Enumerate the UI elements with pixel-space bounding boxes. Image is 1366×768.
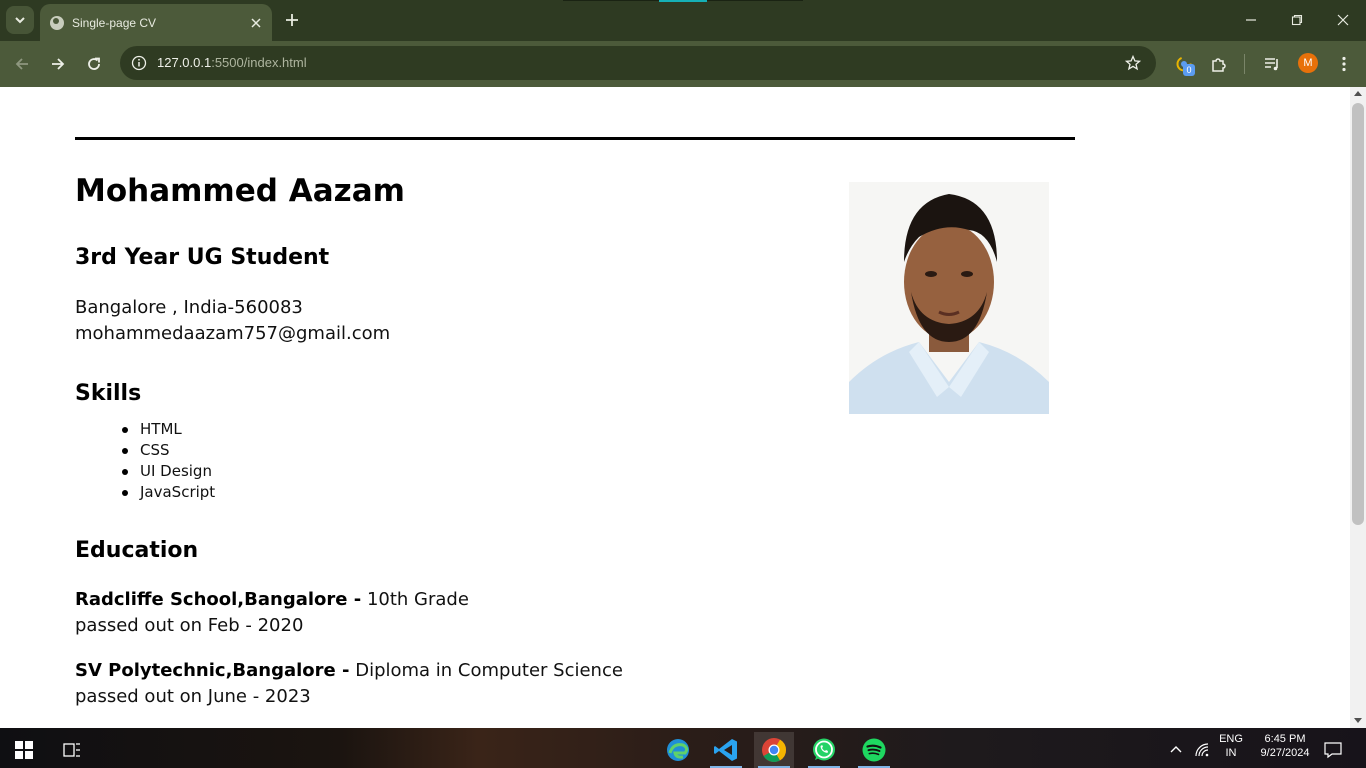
tab-title: Single-page CV bbox=[72, 15, 157, 30]
taskbar-spotify[interactable] bbox=[854, 732, 894, 768]
skills-heading: Skills bbox=[75, 381, 142, 406]
plus-icon bbox=[286, 14, 298, 26]
close-window-button[interactable] bbox=[1320, 0, 1366, 40]
arrow-left-icon bbox=[15, 58, 28, 70]
portrait-illustration bbox=[849, 182, 1049, 414]
vscode-icon bbox=[714, 739, 737, 761]
windows-taskbar: ENG IN 6:45 PM 9/27/2024 bbox=[0, 728, 1366, 768]
taskbar-vscode[interactable] bbox=[706, 732, 746, 768]
cv-role-heading: 3rd Year UG Student bbox=[75, 245, 330, 270]
puzzle-icon bbox=[1212, 58, 1226, 72]
profile-avatar[interactable]: M bbox=[1298, 53, 1318, 73]
education-line: Radcliffe School,Bangalore - 10th Grade bbox=[75, 587, 469, 613]
tab-strip: Single-page CV bbox=[0, 0, 1366, 41]
task-view-button[interactable] bbox=[52, 732, 92, 768]
task-view-icon bbox=[63, 743, 80, 757]
profile-photo bbox=[849, 182, 1049, 414]
restore-icon bbox=[1291, 14, 1303, 26]
clock[interactable]: 6:45 PM 9/27/2024 bbox=[1252, 733, 1318, 759]
star-icon bbox=[1125, 55, 1141, 71]
language-code: ENG bbox=[1219, 733, 1243, 745]
education-line: SV Polytechnic,Bangalore - Diploma in Co… bbox=[75, 658, 623, 684]
passed-out-text: passed out on June - 2023 bbox=[75, 686, 311, 707]
school-name: SV Polytechnic,Bangalore - bbox=[75, 660, 350, 681]
tab-single-page-cv[interactable]: Single-page CV bbox=[40, 4, 272, 41]
email-text: mohammedaazam757@gmail.com bbox=[75, 323, 391, 344]
playlist-icon bbox=[1265, 58, 1278, 71]
back-button[interactable] bbox=[8, 50, 36, 78]
more-vertical-icon bbox=[1342, 56, 1346, 72]
region-code: IN bbox=[1225, 747, 1237, 759]
clock-time: 6:45 PM bbox=[1264, 733, 1306, 745]
skill-item: CSS bbox=[122, 440, 215, 461]
url-host: 127.0.0.1 bbox=[157, 55, 212, 70]
skill-item: HTML bbox=[122, 419, 215, 440]
education-heading: Education bbox=[75, 538, 199, 563]
url-path: :5500/index.html bbox=[211, 55, 307, 70]
vertical-scrollbar[interactable] bbox=[1350, 87, 1366, 728]
wifi-icon bbox=[1195, 743, 1209, 757]
address-bar[interactable]: 127.0.0.1:5500/index.html bbox=[120, 46, 1156, 80]
spotify-icon bbox=[862, 738, 886, 762]
taskbar-whatsapp[interactable] bbox=[804, 732, 844, 768]
contact-block: Bangalore , India-560083 mohammedaazam75… bbox=[75, 295, 390, 347]
forward-button[interactable] bbox=[44, 50, 72, 78]
skill-item: UI Design bbox=[122, 461, 215, 482]
arrow-right-icon bbox=[52, 58, 65, 70]
taskbar-chrome[interactable] bbox=[754, 732, 794, 768]
edge-icon bbox=[667, 739, 689, 761]
notification-center-button[interactable] bbox=[1318, 732, 1348, 768]
clock-date: 9/27/2024 bbox=[1260, 747, 1310, 759]
top-divider bbox=[75, 137, 1075, 140]
url-text[interactable]: 127.0.0.1:5500/index.html bbox=[157, 55, 307, 70]
qualification: 10th Grade bbox=[366, 589, 469, 610]
notification-icon bbox=[1324, 742, 1342, 759]
window-accent-strip bbox=[659, 0, 707, 2]
minimize-button[interactable] bbox=[1228, 0, 1274, 40]
skills-list: HTML CSS UI Design JavaScript bbox=[122, 419, 215, 503]
media-control-button[interactable] bbox=[1260, 52, 1284, 76]
education-entry: Radcliffe School,Bangalore - 10th Grade … bbox=[75, 587, 469, 639]
page-viewport: Mohammed Aazam 3rd Year UG Student Banga… bbox=[0, 87, 1350, 728]
chrome-menu-button[interactable] bbox=[1332, 52, 1356, 76]
qualification: Diploma in Computer Science bbox=[355, 660, 623, 681]
windows-logo-icon bbox=[15, 741, 33, 759]
chrome-icon bbox=[762, 738, 786, 763]
site-info-button[interactable] bbox=[130, 54, 148, 72]
extensions-menu-button[interactable] bbox=[1207, 52, 1231, 76]
globe-icon bbox=[50, 15, 64, 30]
education-entry: SV Polytechnic,Bangalore - Diploma in Co… bbox=[75, 658, 623, 710]
start-button[interactable] bbox=[4, 732, 44, 768]
school-name: Radcliffe School,Bangalore - bbox=[75, 589, 362, 610]
close-icon bbox=[251, 17, 261, 28]
reload-button[interactable] bbox=[80, 50, 108, 78]
whatsapp-icon bbox=[813, 738, 835, 761]
tab-close-button[interactable] bbox=[246, 13, 266, 33]
restore-button[interactable] bbox=[1274, 0, 1320, 40]
location-text: Bangalore , India-560083 bbox=[75, 297, 303, 318]
close-icon bbox=[1337, 14, 1349, 26]
chevron-down-icon bbox=[15, 17, 25, 24]
scroll-thumb[interactable] bbox=[1352, 103, 1364, 525]
new-tab-button[interactable] bbox=[280, 8, 304, 32]
minimize-icon bbox=[1246, 19, 1256, 21]
scroll-down-arrow-icon[interactable] bbox=[1354, 718, 1362, 723]
skill-item: JavaScript bbox=[122, 482, 215, 503]
info-icon bbox=[131, 55, 147, 71]
bookmark-button[interactable] bbox=[1124, 54, 1142, 72]
browser-toolbar: 127.0.0.1:5500/index.html 0 M bbox=[0, 41, 1366, 87]
taskbar-edge[interactable] bbox=[658, 732, 698, 768]
scroll-up-arrow-icon[interactable] bbox=[1354, 91, 1362, 96]
passed-out-text: passed out on Feb - 2020 bbox=[75, 615, 304, 636]
cv-name-heading: Mohammed Aazam bbox=[75, 173, 405, 209]
extension-count-badge: 0 bbox=[1183, 64, 1195, 76]
language-indicator[interactable]: ENG IN bbox=[1214, 733, 1248, 759]
network-button[interactable] bbox=[1188, 732, 1216, 768]
reload-icon bbox=[88, 57, 100, 70]
tab-search-button[interactable] bbox=[6, 6, 34, 34]
toolbar-separator bbox=[1244, 54, 1245, 74]
chevron-up-icon bbox=[1170, 746, 1182, 753]
